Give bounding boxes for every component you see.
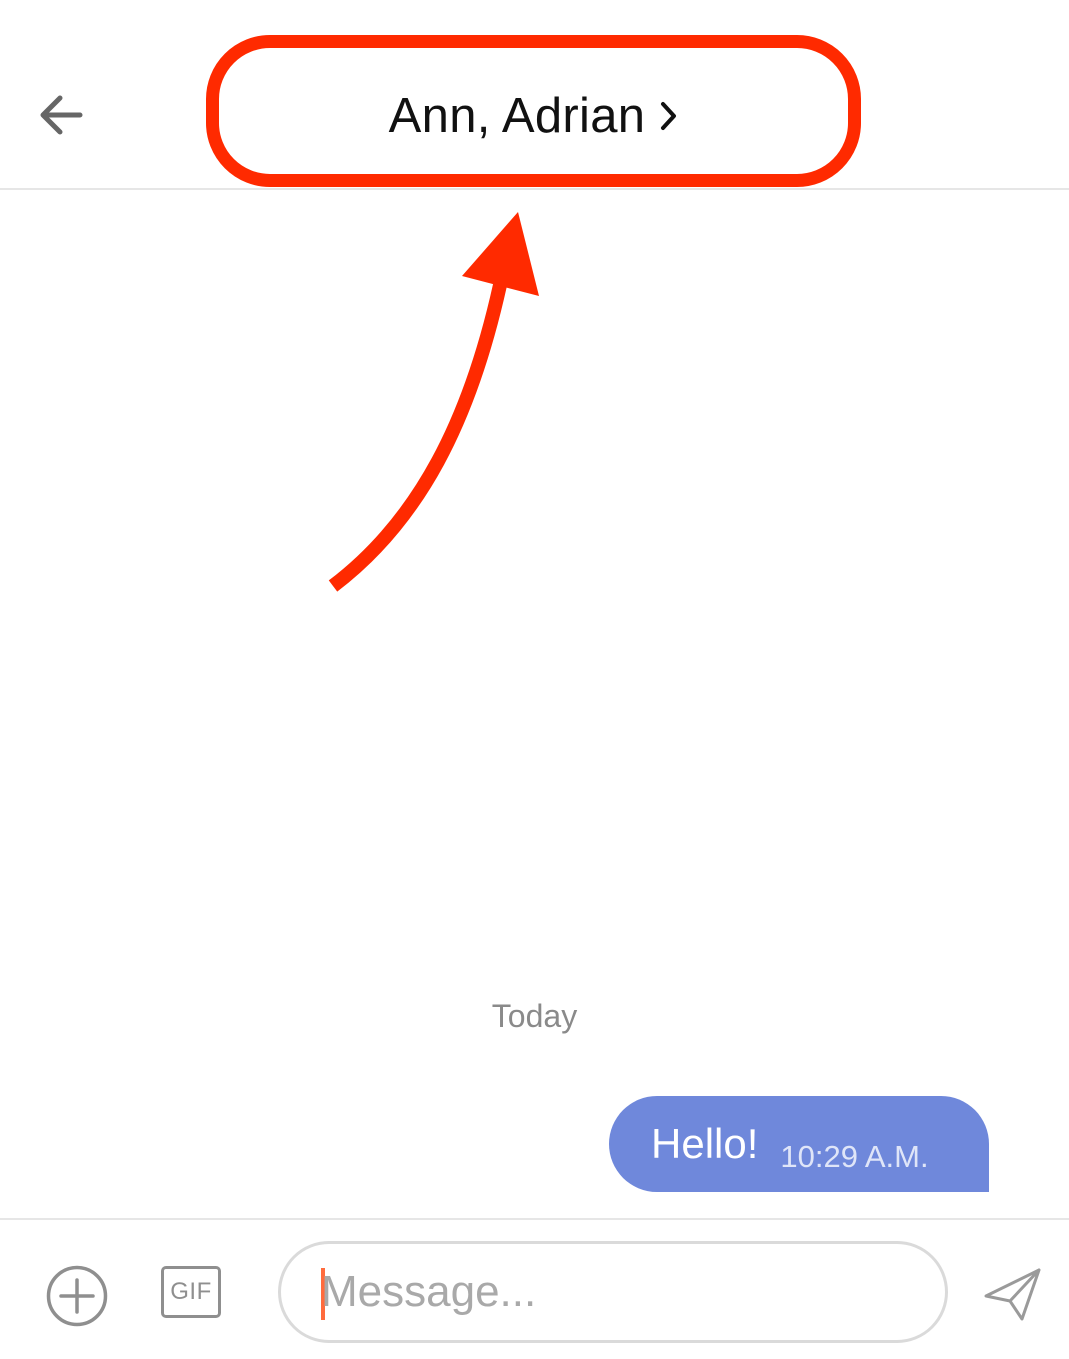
- message-input-container: [278, 1241, 948, 1343]
- day-separator: Today: [491, 998, 578, 1034]
- gif-button[interactable]: GIF: [161, 1266, 221, 1318]
- message-composer: GIF: [0, 1218, 1069, 1359]
- conversation-title: Ann, Adrian: [388, 89, 646, 143]
- message-timestamp: 10:29 A.M.: [780, 1139, 929, 1174]
- message-bubble-outgoing[interactable]: Hello! 10:29 A.M.: [609, 1096, 989, 1192]
- message-input[interactable]: [321, 1254, 911, 1330]
- paper-plane-icon: [984, 1268, 1041, 1321]
- conversation-title-button[interactable]: Ann, Adrian: [250, 80, 818, 152]
- chevron-right-icon: [661, 102, 677, 130]
- send-button[interactable]: [981, 1262, 1045, 1326]
- conversation-header: Ann, Adrian: [0, 0, 1069, 190]
- message-list: Today Hello! 10:29 A.M.: [0, 190, 1069, 1218]
- gif-label: GIF: [170, 1278, 212, 1305]
- add-attachment-button[interactable]: [45, 1264, 109, 1328]
- back-button[interactable]: [30, 82, 96, 148]
- arrow-left-icon: [40, 95, 83, 135]
- plus-circle-icon: [46, 1265, 108, 1327]
- message-text: Hello!: [651, 1120, 759, 1167]
